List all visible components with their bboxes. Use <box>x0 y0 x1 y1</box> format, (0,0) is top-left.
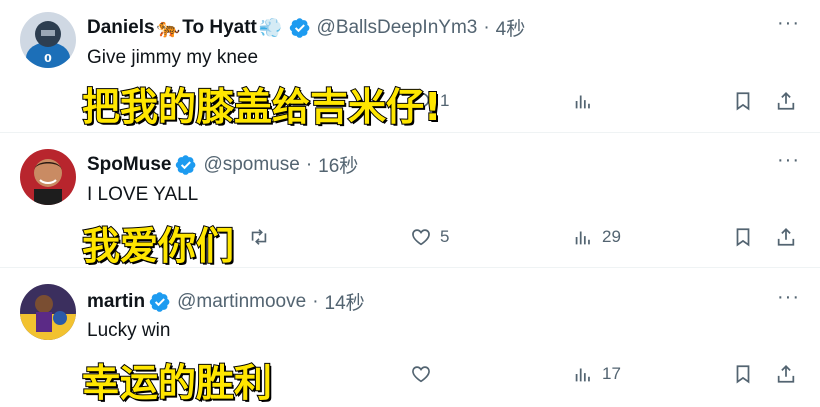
timestamp[interactable]: 4秒 <box>496 14 526 41</box>
retweet-icon <box>248 226 270 248</box>
avatar[interactable] <box>20 284 76 340</box>
more-icon[interactable]: ··· <box>777 12 800 35</box>
caption-overlay: 把我的膝盖给吉米仔! <box>81 84 442 130</box>
verified-badge-icon <box>289 17 311 39</box>
share-icon <box>775 90 797 112</box>
bookmark-icon <box>732 226 754 248</box>
bookmark-icon <box>732 90 754 112</box>
avatar[interactable] <box>20 149 76 205</box>
more-icon[interactable]: ··· <box>777 286 800 309</box>
like-button[interactable]: 5 <box>410 226 449 248</box>
timestamp[interactable]: 16秒 <box>318 151 358 178</box>
share-button[interactable] <box>775 363 797 385</box>
reply-count: 1 <box>440 91 450 110</box>
handle[interactable]: @BallsDeepInYm3 <box>317 17 478 39</box>
separator: · <box>305 153 313 175</box>
tweet-1[interactable]: 0 Daniels 🐅 To Hyatt 💨 @BallsDeepInYm3 ·… <box>0 0 820 133</box>
timestamp[interactable]: 14秒 <box>325 288 365 315</box>
handle[interactable]: @spomuse <box>203 154 299 176</box>
like-count: 5 <box>440 227 450 246</box>
like-button[interactable] <box>410 363 432 385</box>
caption-overlay: 幸运的胜利 <box>81 360 273 406</box>
display-name[interactable]: SpoMuse <box>87 154 171 176</box>
tiger-emoji: 🐅 <box>156 17 181 39</box>
tweet-3[interactable]: martin @martinmoove · 14秒 ··· Lucky win … <box>0 268 820 406</box>
like-icon <box>410 226 432 248</box>
dash-emoji: 💨 <box>258 17 283 39</box>
bookmark-button[interactable] <box>732 90 754 112</box>
bookmark-button[interactable] <box>732 226 754 248</box>
views-button[interactable]: 29 <box>572 226 621 248</box>
display-name[interactable]: Daniels <box>87 17 155 39</box>
separator: · <box>483 16 490 38</box>
views-icon <box>572 90 594 112</box>
display-name[interactable]: martin <box>87 291 145 313</box>
tweet-text: I LOVE YALL <box>87 184 199 205</box>
separator: · <box>312 290 319 312</box>
bookmark-button[interactable] <box>732 363 754 385</box>
svg-text:0: 0 <box>44 52 52 65</box>
avatar[interactable]: 0 <box>20 12 76 68</box>
views-button[interactable]: 17 <box>572 363 621 385</box>
caption-overlay: 我爱你们 <box>81 223 235 269</box>
tweet-text: Give jimmy my knee <box>87 47 259 68</box>
like-icon <box>410 363 432 385</box>
display-name-suffix[interactable]: To Hyatt <box>182 17 257 39</box>
view-count: 17 <box>602 364 621 383</box>
tweet-2[interactable]: SpoMuse @spomuse · 16秒 ··· I LOVE YALL 5… <box>0 133 820 269</box>
view-count: 29 <box>602 227 621 246</box>
bookmark-icon <box>732 363 754 385</box>
views-button[interactable] <box>572 90 594 112</box>
verified-badge-icon <box>175 154 197 176</box>
more-icon[interactable]: ··· <box>777 149 800 172</box>
views-icon <box>572 363 594 385</box>
tweet-text: Lucky win <box>87 320 171 341</box>
retweet-button[interactable] <box>248 226 270 248</box>
views-icon <box>572 226 594 248</box>
share-icon <box>775 226 797 248</box>
share-icon <box>775 363 797 385</box>
share-button[interactable] <box>775 90 797 112</box>
share-button[interactable] <box>775 226 797 248</box>
handle[interactable]: @martinmoove <box>177 291 306 313</box>
verified-badge-icon <box>149 291 171 313</box>
